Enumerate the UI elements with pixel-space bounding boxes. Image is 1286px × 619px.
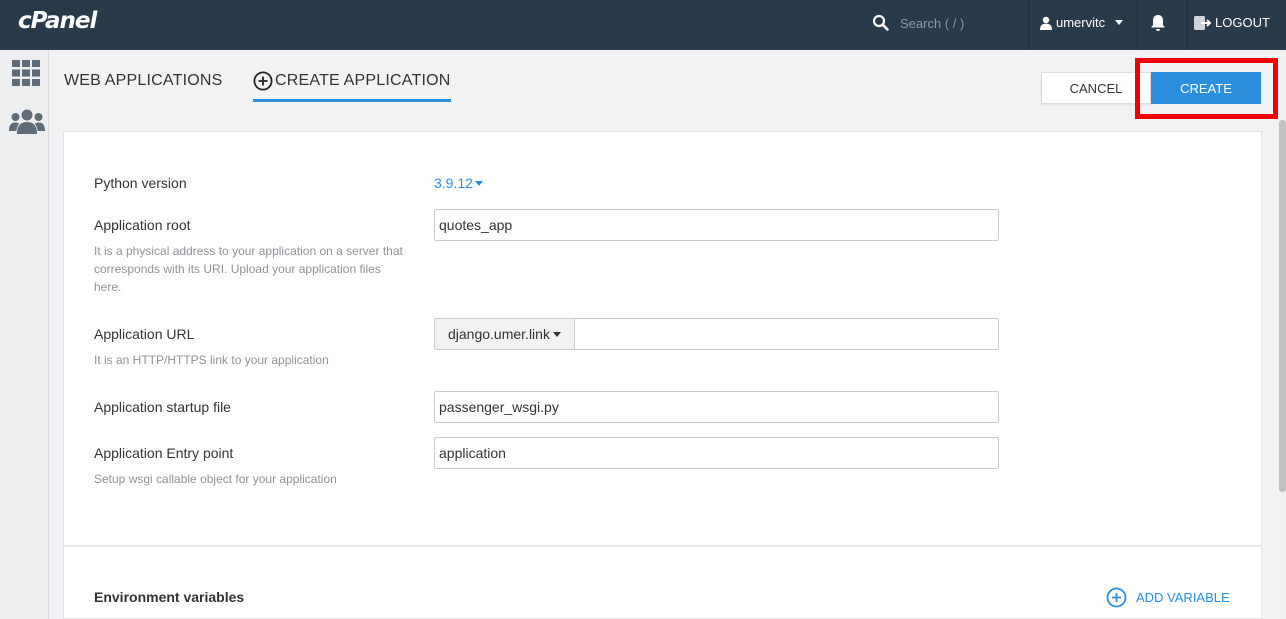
entry-point-label: Application Entry point xyxy=(94,445,234,461)
app-url-help: It is an HTTP/HTTPS link to your applica… xyxy=(94,353,329,367)
logout-label: LOGOUT xyxy=(1215,15,1270,30)
app-url-path-input[interactable] xyxy=(576,319,998,349)
env-variables-title: Environment variables xyxy=(94,589,245,605)
app-root-help: It is a physical address to your applica… xyxy=(94,244,403,294)
tab-create-application[interactable]: CREATE APPLICATION xyxy=(253,70,451,102)
python-version-label: Python version xyxy=(94,175,187,191)
scrollbar-thumb[interactable] xyxy=(1279,120,1286,492)
apps-grid-icon[interactable] xyxy=(12,60,40,86)
app-root-label: Application root xyxy=(94,217,191,233)
python-version-value: 3.9.12 xyxy=(434,175,473,191)
search-placeholder[interactable]: Search ( / ) xyxy=(900,16,964,31)
cpanel-logo[interactable]: cPanel xyxy=(18,8,97,34)
left-sidebar xyxy=(0,50,49,619)
search-icon xyxy=(872,14,889,31)
app-root-input[interactable]: quotes_app xyxy=(434,209,999,241)
chevron-down-icon xyxy=(474,180,483,186)
plus-circle-icon xyxy=(1106,587,1127,608)
startup-file-input[interactable]: passenger_wsgi.py xyxy=(434,391,999,423)
divider xyxy=(1028,0,1029,50)
app-url-label: Application URL xyxy=(94,326,195,342)
add-variable-button[interactable]: ADD VARIABLE xyxy=(1106,587,1230,608)
search-box[interactable]: Search ( / ) xyxy=(872,13,1022,37)
entry-point-help: Setup wsgi callable object for your appl… xyxy=(94,472,337,486)
tab-web-applications[interactable]: WEB APPLICATIONS xyxy=(64,72,223,90)
divider xyxy=(1187,0,1188,50)
user-menu[interactable]: umervitc xyxy=(1040,15,1124,30)
tab-create-label: CREATE APPLICATION xyxy=(275,72,451,89)
entry-point-input[interactable]: application xyxy=(434,437,999,469)
add-variable-label: ADD VARIABLE xyxy=(1136,590,1230,605)
plus-circle-icon xyxy=(253,71,273,91)
chevron-down-icon xyxy=(552,331,561,337)
startup-file-label: Application startup file xyxy=(94,399,231,415)
bell-icon[interactable] xyxy=(1150,14,1166,32)
logout-icon xyxy=(1194,15,1212,30)
user-icon xyxy=(1040,16,1052,30)
chevron-down-icon xyxy=(1115,20,1124,25)
divider xyxy=(1137,0,1138,50)
username: umervitc xyxy=(1056,15,1106,30)
users-icon[interactable] xyxy=(9,108,45,134)
env-card xyxy=(63,546,1262,619)
python-version-select[interactable]: 3.9.12 xyxy=(434,175,483,191)
top-bar: cPanel Search ( / ) umervitc LOGOUT xyxy=(0,0,1286,50)
app-url-group: django.umer.link xyxy=(434,318,999,350)
domain-value: django.umer.link xyxy=(448,326,550,342)
highlight-box xyxy=(1135,58,1278,119)
domain-select[interactable]: django.umer.link xyxy=(435,319,575,349)
logout-button[interactable]: LOGOUT xyxy=(1194,15,1270,30)
